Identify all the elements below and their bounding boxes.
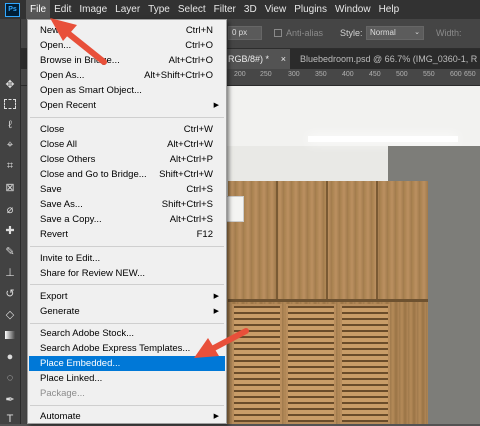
menu-item-export[interactable]: Export ▶	[29, 289, 225, 304]
menu-bar: Ps File Edit Image Layer Type Select Fil…	[0, 0, 480, 19]
menu-layer[interactable]: Layer	[111, 0, 144, 19]
close-icon[interactable]: ×	[281, 49, 286, 69]
style-value: Normal	[370, 28, 396, 37]
menu-item-place-linked[interactable]: Place Linked...	[29, 371, 225, 386]
menu-view[interactable]: View	[261, 0, 291, 19]
tab-active-document[interactable]: RGB/8#) * ×	[226, 49, 290, 69]
menu-item-place-embedded[interactable]: Place Embedded...	[29, 356, 225, 371]
menu-item-revert[interactable]: Revert F12	[29, 227, 225, 242]
menu-item-share-for-review[interactable]: Share for Review NEW...	[29, 266, 225, 281]
eraser-tool-icon[interactable]: ◇	[3, 307, 17, 321]
tab-bluebedroom[interactable]: Bluebedroom.psd @ 66.7% (IMG_0360-1, R	[296, 49, 480, 69]
menu-item-save-a-copy[interactable]: Save a Copy... Alt+Ctrl+S	[29, 212, 225, 227]
dodge-tool-icon[interactable]: ◌	[3, 371, 17, 385]
menu-item-open-as-smart-object[interactable]: Open as Smart Object...	[29, 83, 225, 98]
move-tool-icon[interactable]: ✥	[3, 77, 17, 91]
canvas-cabinet-seam	[326, 181, 328, 299]
ruler-mark: 600	[450, 71, 462, 78]
menu-window[interactable]: Window	[331, 0, 375, 19]
canvas-ceiling-light	[308, 136, 458, 142]
menu-item-close-all[interactable]: Close All Alt+Ctrl+W	[29, 137, 225, 152]
width-label: Width:	[436, 28, 462, 38]
antialias-checkbox[interactable]	[274, 29, 282, 37]
ruler-mark: 250	[260, 71, 272, 78]
menu-edit[interactable]: Edit	[50, 0, 75, 19]
healing-brush-tool-icon[interactable]: ✚	[3, 223, 17, 237]
ruler-mark: 500	[396, 71, 408, 78]
quick-select-tool-icon[interactable]: ⌖	[3, 138, 17, 152]
menu-item-close-others[interactable]: Close Others Alt+Ctrl+P	[29, 152, 225, 167]
canvas-cabinet-upper	[228, 181, 428, 302]
menu-item-automate[interactable]: Automate ▶	[29, 409, 225, 424]
menu-item-open-recent[interactable]: Open Recent ▶	[29, 98, 225, 113]
tab-active-title: RGB/8#) *	[228, 54, 270, 64]
lasso-tool-icon[interactable]: ℓ	[3, 118, 17, 132]
menu-separator	[30, 405, 224, 406]
clone-stamp-tool-icon[interactable]: ⊥	[3, 265, 17, 279]
menu-item-close-and-go-to-bridge[interactable]: Close and Go to Bridge... Shift+Ctrl+W	[29, 167, 225, 182]
ruler-mark: 350	[315, 71, 327, 78]
menu-item-open-as[interactable]: Open As... Alt+Shift+Ctrl+O	[29, 68, 225, 83]
menu-separator	[30, 284, 224, 285]
style-label: Style:	[340, 28, 363, 38]
menu-file[interactable]: File	[26, 0, 51, 19]
pen-tool-icon[interactable]: ✒	[3, 392, 17, 406]
ruler-mark: 300	[288, 71, 300, 78]
antialias-label: Anti-alias	[286, 28, 324, 38]
tools-panel: ✥ ℓ ⌖ ⌗ ⊠ ⌀ ✚ ✎ ⊥ ↺ ◇ ● ◌ ✒ T	[0, 19, 21, 425]
ruler-mark: 550	[423, 71, 435, 78]
marquee-tool-icon[interactable]	[3, 97, 17, 111]
ruler-mark: 650	[464, 71, 476, 78]
menu-3d[interactable]: 3D	[240, 0, 261, 19]
gradient-tool-icon[interactable]	[3, 328, 17, 342]
menu-item-close[interactable]: Close Ctrl+W	[29, 122, 225, 137]
chevron-down-icon: ⌄	[414, 29, 420, 36]
menu-item-search-adobe-stock[interactable]: Search Adobe Stock...	[29, 326, 225, 341]
eyedropper-tool-icon[interactable]: ⌀	[3, 202, 17, 216]
canvas-cabinet-seam	[376, 181, 378, 299]
menu-item-search-adobe-express-templates[interactable]: Search Adobe Express Templates...	[29, 341, 225, 356]
canvas-ac-unit	[224, 196, 244, 222]
canvas-louver-door	[340, 304, 390, 424]
menu-plugins[interactable]: Plugins	[290, 0, 331, 19]
menu-item-browse-in-bridge[interactable]: Browse in Bridge... Alt+Ctrl+O	[29, 53, 225, 68]
menu-separator	[30, 246, 224, 247]
menu-item-open[interactable]: Open... Ctrl+O	[29, 38, 225, 53]
menu-separator	[30, 323, 224, 324]
menu-item-save[interactable]: Save Ctrl+S	[29, 182, 225, 197]
canvas-louver-door	[232, 304, 282, 424]
menu-item-invite-to-edit[interactable]: Invite to Edit...	[29, 251, 225, 266]
brush-tool-icon[interactable]: ✎	[3, 244, 17, 258]
ruler-mark: 200	[234, 71, 246, 78]
frame-tool-icon[interactable]: ⊠	[3, 180, 17, 194]
menu-image[interactable]: Image	[75, 0, 111, 19]
canvas-louver-door	[286, 304, 336, 424]
feather-input[interactable]: 0 px	[228, 26, 262, 40]
history-brush-tool-icon[interactable]: ↺	[3, 286, 17, 300]
photoshop-logo: Ps	[5, 2, 20, 17]
canvas-cabinet-seam	[276, 181, 278, 299]
crop-tool-icon[interactable]: ⌗	[3, 159, 17, 173]
menu-select[interactable]: Select	[174, 0, 210, 19]
submenu-arrow-icon: ▶	[213, 102, 219, 109]
menu-filter[interactable]: Filter	[210, 0, 240, 19]
style-select[interactable]: Normal ⌄	[366, 26, 424, 40]
ruler-mark: 400	[342, 71, 354, 78]
menu-item-new[interactable]: New... Ctrl+N	[29, 23, 225, 38]
ruler-mark: 450	[369, 71, 381, 78]
submenu-arrow-icon: ▶	[213, 308, 219, 315]
blur-tool-icon[interactable]: ●	[3, 350, 17, 364]
menu-separator	[30, 117, 224, 118]
menu-item-save-as[interactable]: Save As... Shift+Ctrl+S	[29, 197, 225, 212]
menu-item-package: Package...	[40, 388, 85, 399]
file-menu-dropdown: New... Ctrl+N Open... Ctrl+O Browse in Bri…	[27, 19, 227, 424]
menu-item-generate[interactable]: Generate ▶	[29, 304, 225, 319]
menu-type[interactable]: Type	[144, 0, 174, 19]
submenu-arrow-icon: ▶	[213, 293, 219, 300]
menu-help[interactable]: Help	[375, 0, 404, 19]
submenu-arrow-icon: ▶	[213, 413, 219, 420]
